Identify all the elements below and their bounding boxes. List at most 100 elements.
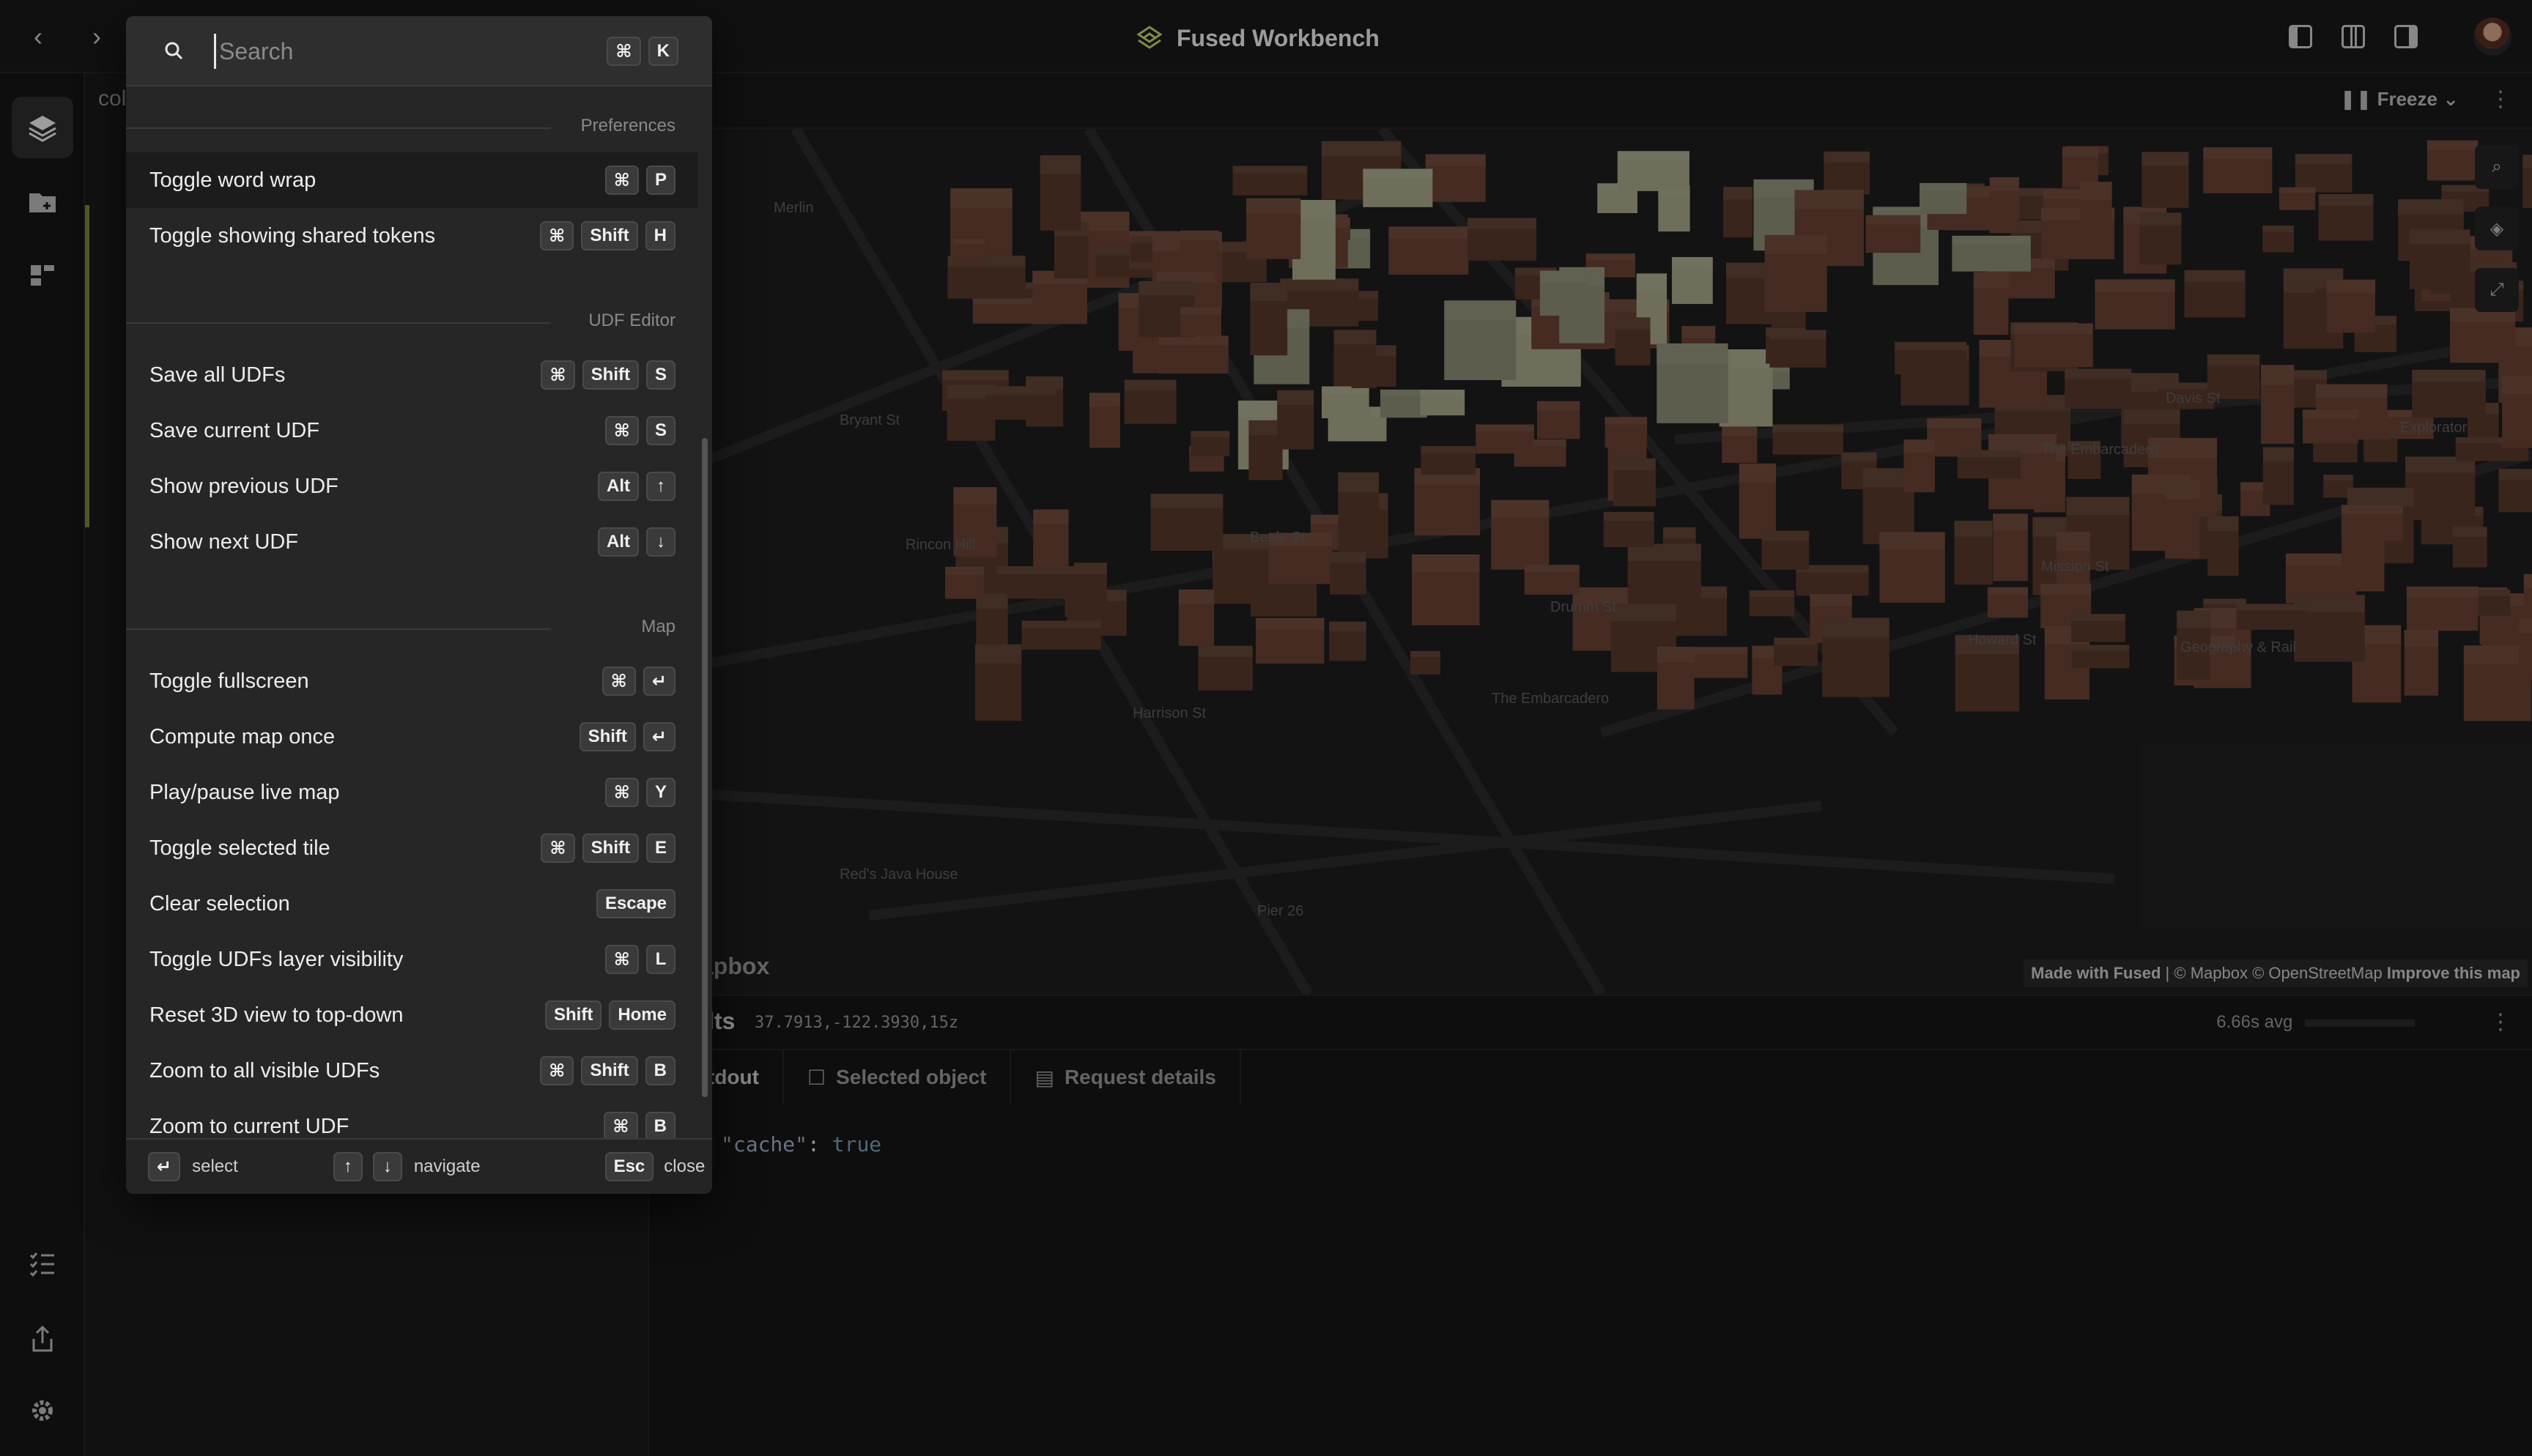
command-item[interactable]: Clear selection Escape — [126, 876, 697, 932]
command-item[interactable]: Toggle fullscreen ⌘ ↵ — [126, 653, 697, 709]
select-hint: select — [192, 1156, 238, 1176]
shortcut-key: K — [648, 37, 678, 66]
shortcut-key: Alt — [598, 472, 639, 501]
command-item[interactable]: Save all UDFs ⌘ Shift S — [126, 347, 697, 403]
command-label: Clear selection — [149, 891, 290, 915]
shortcut-key: ⌘ — [541, 360, 575, 390]
command-item[interactable]: Show previous UDF Alt ↑ — [126, 458, 697, 514]
command-label: Zoom to all visible UDFs — [149, 1058, 380, 1082]
command-shortcut: ⌘ Y — [598, 778, 675, 807]
command-label: Zoom to current UDF — [149, 1114, 349, 1138]
shortcut-key: ⌘ — [541, 833, 575, 863]
command-item[interactable]: Toggle word wrap ⌘ P — [126, 152, 697, 208]
command-item[interactable]: Toggle UDFs layer visibility ⌘ L — [126, 932, 697, 987]
shortcut-key: ⌘ — [601, 666, 636, 696]
shortcut-key: Shift — [582, 833, 639, 863]
search-shortcut: ⌘ K — [599, 37, 678, 66]
shortcut-key: Shift — [581, 221, 638, 250]
command-palette: ⌘K PreferencesToggle word wrap⌘PToggle s… — [126, 16, 712, 1194]
command-shortcut: ⌘ Shift S — [533, 360, 675, 390]
section-divider — [126, 628, 551, 630]
command-label: Reset 3D view to top-down — [149, 1003, 404, 1027]
search-input[interactable] — [214, 34, 566, 69]
shortcut-key: Y — [645, 778, 675, 807]
up-key: ↑ — [333, 1152, 363, 1181]
command-item[interactable]: Reset 3D view to top-down Shift Home — [126, 987, 697, 1043]
shortcut-key: Alt — [598, 527, 639, 557]
shortcut-key: ⌘ — [604, 416, 639, 445]
section-header: Map — [126, 587, 697, 642]
command-label: Show previous UDF — [149, 474, 338, 498]
shortcut-key: L — [646, 945, 675, 974]
shortcut-key: ⌘ — [607, 37, 641, 66]
command-item[interactable]: Toggle showing shared tokens ⌘ Shift H — [126, 208, 697, 264]
section-divider — [126, 127, 551, 129]
command-label: Toggle word wrap — [149, 168, 316, 192]
shortcut-key: Shift — [581, 1056, 638, 1085]
command-shortcut: Alt ↑ — [591, 472, 675, 501]
shortcut-key: ↵ — [643, 722, 675, 751]
shortcut-key: S — [645, 360, 675, 390]
command-label: Save all UDFs — [149, 363, 286, 387]
shortcut-key: ⌘ — [540, 221, 574, 250]
down-key: ↓ — [372, 1152, 402, 1181]
command-label: Save current UDF — [149, 418, 320, 442]
section-header: Preferences — [126, 86, 697, 141]
palette-search-bar: ⌘K — [126, 16, 712, 86]
scrollbar-thumb[interactable] — [702, 438, 708, 1097]
command-label: Show next UDF — [149, 530, 299, 554]
command-shortcut: Escape — [589, 889, 675, 918]
shortcut-key: E — [645, 833, 675, 863]
command-label: Toggle fullscreen — [149, 669, 309, 693]
enter-key: ↵ — [148, 1152, 181, 1181]
close-hint: close — [664, 1156, 706, 1176]
command-shortcut: ⌘ L — [598, 945, 675, 974]
command-item[interactable]: Compute map once Shift ↵ — [126, 709, 697, 765]
shortcut-key: ⌘ — [604, 945, 639, 974]
shortcut-key: ⌘ — [604, 166, 639, 195]
search-icon — [165, 42, 183, 60]
command-label: Toggle selected tile — [149, 836, 330, 860]
command-shortcut: ⌘ ↵ — [595, 666, 675, 696]
palette-footer: ↵ select ↑ ↓ navigate Esc close — [126, 1138, 712, 1194]
command-item[interactable]: Toggle selected tile ⌘ Shift E — [126, 820, 697, 876]
section-label: Preferences — [580, 116, 675, 135]
navigate-hint: navigate — [413, 1156, 481, 1176]
command-item[interactable]: Save current UDF ⌘ S — [126, 403, 697, 458]
section-label: Map — [641, 617, 675, 636]
section-label: UDF Editor — [588, 311, 675, 330]
shortcut-key: ↓ — [646, 527, 675, 557]
palette-scrollbar[interactable] — [697, 86, 712, 1156]
command-shortcut: ⌘ Shift H — [533, 221, 675, 250]
shortcut-key: ⌘ — [540, 1056, 574, 1085]
command-list: Preferences Toggle word wrap ⌘ P Toggle show… — [126, 86, 697, 1156]
shortcut-key: Escape — [596, 889, 675, 918]
shortcut-key: Shift — [579, 722, 636, 751]
command-label: Toggle showing shared tokens — [149, 223, 436, 248]
section-divider — [126, 322, 551, 324]
command-label: Compute map once — [149, 724, 336, 749]
shortcut-key: ↵ — [643, 666, 675, 696]
command-shortcut: ⌘ S — [598, 416, 675, 445]
command-shortcut: ⌘ Shift E — [533, 833, 675, 863]
command-shortcut: ⌘ B — [596, 1112, 675, 1141]
shortcut-key: B — [645, 1056, 675, 1085]
command-shortcut: ⌘ P — [598, 166, 675, 195]
shortcut-key: B — [645, 1112, 675, 1141]
command-label: Toggle UDFs layer visibility — [149, 947, 404, 971]
command-shortcut: ⌘ Shift B — [533, 1056, 675, 1085]
command-item[interactable]: Zoom to all visible UDFs ⌘ Shift B — [126, 1043, 697, 1099]
command-item[interactable]: Play/pause live map ⌘ Y — [126, 765, 697, 820]
command-item[interactable]: Show next UDF Alt ↓ — [126, 514, 697, 570]
section-header: UDF Editor — [126, 281, 697, 335]
command-shortcut: Alt ↓ — [591, 527, 675, 557]
shortcut-key: Shift — [582, 360, 639, 390]
command-label: Play/pause live map — [149, 780, 340, 804]
shortcut-key: ⌘ — [604, 1112, 638, 1141]
esc-key: Esc — [604, 1152, 654, 1181]
